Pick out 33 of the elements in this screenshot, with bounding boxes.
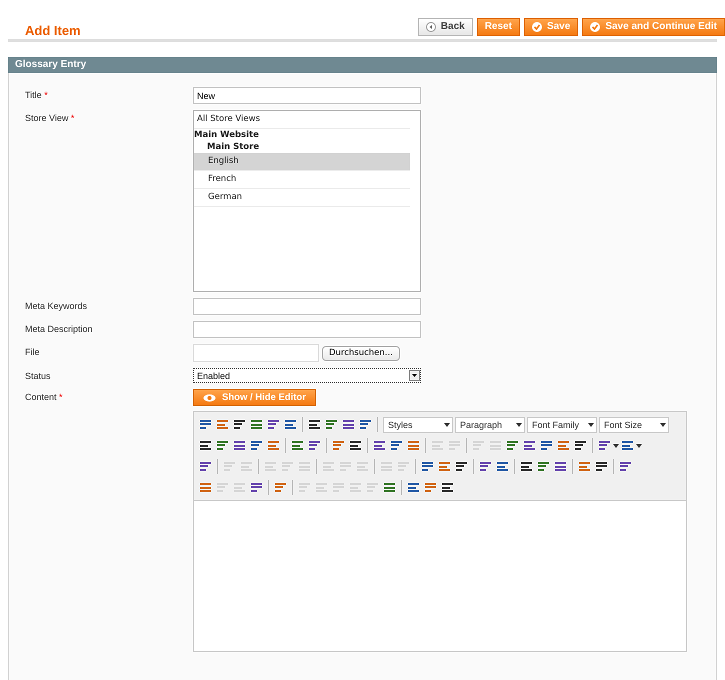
status-dropdown[interactable]: Enabled: [193, 368, 421, 383]
check-icon: [532, 22, 542, 32]
caret-icon: [588, 422, 594, 426]
caret-icon: [613, 444, 619, 448]
field-label: File: [25, 346, 41, 359]
format-dropdown[interactable]: Paragraph: [455, 416, 525, 432]
caret-icon: [516, 422, 522, 426]
field-label: Meta Description: [25, 323, 94, 336]
rich-text-editor[interactable]: Styles Paragraph Font Family Font Size: [193, 411, 687, 652]
field-label: Status: [25, 370, 52, 383]
field-label: Content *: [25, 391, 64, 404]
store-view-list[interactable]: All Store Views Main Website Main Store English French German: [193, 110, 421, 292]
format-dropdown[interactable]: Styles: [383, 416, 453, 432]
caret-icon: [636, 444, 642, 448]
browse-button[interactable]: Durchsuchen...: [322, 346, 400, 360]
section-header: Glossary Entry: [8, 57, 717, 73]
field-label: Store View *: [25, 112, 76, 125]
list-option[interactable]: English: [194, 153, 410, 171]
text-field[interactable]: New: [193, 87, 421, 104]
page-title: Add Item: [25, 23, 81, 38]
back-icon: [426, 22, 436, 32]
caret-icon: [660, 422, 666, 426]
field-label: Title *: [25, 89, 49, 102]
caret-icon: [444, 422, 450, 426]
eye-icon: [203, 394, 216, 402]
action-button[interactable]: Back: [418, 18, 473, 36]
format-dropdown[interactable]: Font Family: [527, 416, 597, 432]
field-label: Meta Keywords: [25, 300, 88, 313]
text-field[interactable]: [193, 321, 421, 338]
file-field[interactable]: [193, 344, 319, 362]
check-icon: [590, 22, 600, 32]
format-dropdown[interactable]: Font Size: [599, 416, 669, 432]
text-field[interactable]: [193, 298, 421, 315]
